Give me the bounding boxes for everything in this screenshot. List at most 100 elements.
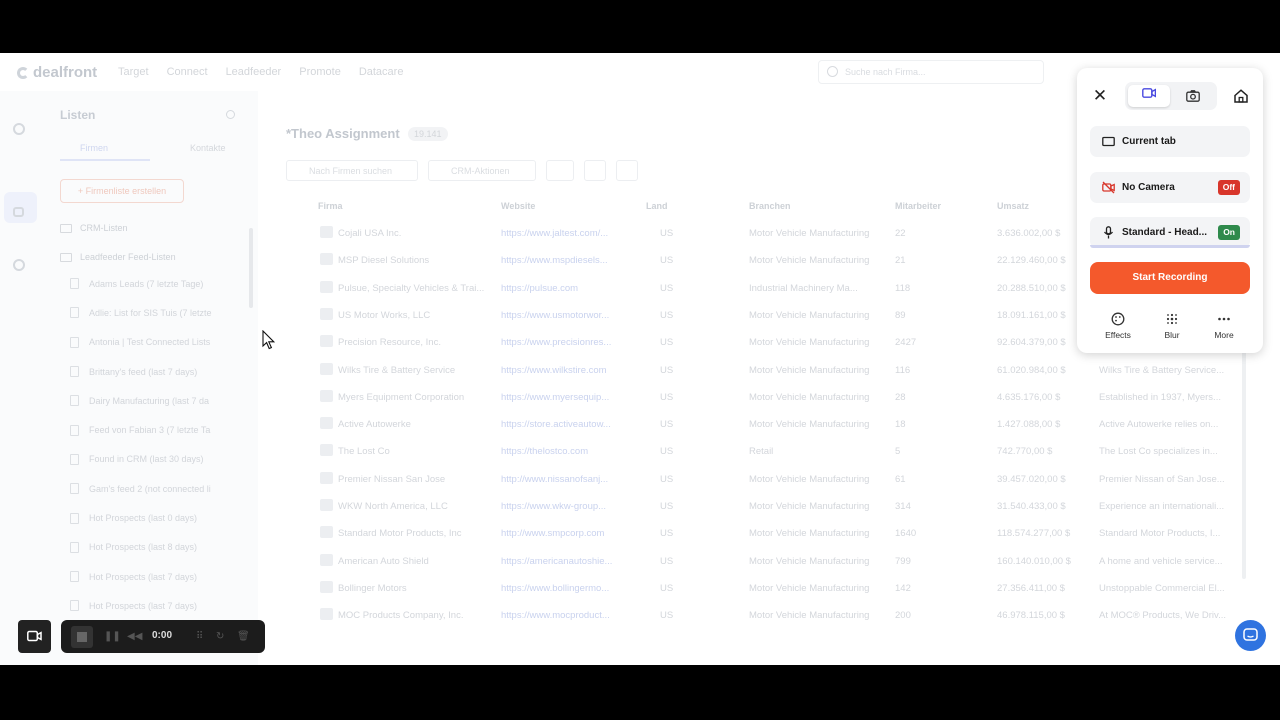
table-row[interactable]: Active Autowerke https://store.activeauto… (298, 410, 1258, 437)
cell-name[interactable]: Active Autowerke (338, 419, 488, 430)
list-item[interactable]: Antonia | Test Connected Lists (60, 328, 240, 357)
table-row[interactable]: The Lost Co https://thelostco.com US Retail… (298, 437, 1258, 464)
filter-icon[interactable] (584, 160, 606, 181)
microphone-selector[interactable]: Standard - Head... On (1090, 217, 1250, 248)
list-item[interactable]: Dairy Manufacturing (last 7 da (60, 386, 240, 415)
cell-name[interactable]: MOC Products Company, Inc. (338, 610, 488, 621)
stop-icon[interactable] (71, 626, 93, 648)
blur-button[interactable]: Blur (1147, 312, 1197, 340)
cell-name[interactable]: The Lost Co (338, 446, 488, 457)
shield-icon[interactable] (13, 259, 25, 271)
dealfront-logo[interactable]: dealfront (17, 64, 97, 81)
lists-search-icon[interactable] (226, 110, 235, 119)
table-row[interactable]: Standard Motor Products, Inc http://www.s… (298, 519, 1258, 546)
table-row[interactable]: WKW North America, LLC https://www.wkw-gr… (298, 492, 1258, 519)
chat-support-button[interactable] (1235, 620, 1266, 651)
col-umsatz[interactable]: Umsatz (997, 201, 1029, 211)
more-icon[interactable] (616, 160, 638, 181)
effects-button[interactable]: Effects (1093, 312, 1143, 340)
cell-web[interactable]: https://store.activeautow... (501, 419, 621, 430)
lists-scrollbar[interactable] (249, 228, 253, 308)
cell-web[interactable]: https://www.usmotorwor... (501, 310, 621, 321)
table-row[interactable]: Myers Equipment Corporation https://www.m… (298, 383, 1258, 410)
camera-off-toggle[interactable]: Off (1217, 180, 1240, 195)
nav-connect[interactable]: Connect (167, 66, 208, 78)
restart-icon[interactable]: ↻ (216, 631, 224, 642)
cell-name[interactable]: Myers Equipment Corporation (338, 392, 488, 403)
col-firma[interactable]: Firma (318, 201, 343, 211)
tab-contacts[interactable]: Kontakte (190, 143, 226, 153)
cell-web[interactable]: https://americanautoshie... (501, 556, 621, 567)
cell-web[interactable]: https://thelostco.com (501, 446, 621, 457)
cell-web[interactable]: https://www.wilkstire.com (501, 365, 621, 376)
drag-handle-icon[interactable]: ⠿ (196, 631, 203, 642)
cell-name[interactable]: Premier Nissan San Jose (338, 474, 488, 485)
list-item[interactable]: Gam's feed 2 (not connected li (60, 474, 240, 503)
cloud-icon[interactable] (546, 160, 574, 181)
list-item[interactable]: Hot Prospects (last 8 days) (60, 533, 240, 562)
table-row[interactable]: MOC Products Company, Inc. https://www.mo… (298, 601, 1258, 628)
list-item[interactable]: Brittany's feed (last 7 days) (60, 357, 240, 386)
nav-target[interactable]: Target (118, 66, 149, 78)
col-branchen[interactable]: Branchen (749, 201, 791, 211)
cell-web[interactable]: https://www.mspdiesels... (501, 255, 621, 266)
col-mitarbeiter[interactable]: Mitarbeiter (895, 201, 941, 211)
cell-name[interactable]: Bollinger Motors (338, 583, 488, 594)
col-land[interactable]: Land (646, 201, 668, 211)
list-item[interactable]: Adlie: List for SIS Tuis (7 letzte (60, 298, 240, 327)
table-row[interactable]: Wilks Tire & Battery Service https://www.… (298, 356, 1258, 383)
cell-name[interactable]: Cojali USA Inc. (338, 228, 488, 239)
rewind-icon[interactable]: ◀◀ (127, 631, 142, 642)
list-item[interactable]: Hot Prospects (last 0 days) (60, 503, 240, 532)
cell-name[interactable]: WKW North America, LLC (338, 501, 488, 512)
cell-web[interactable]: https://pulsue.com (501, 283, 621, 294)
cell-name[interactable]: Precision Resource, Inc. (338, 337, 488, 348)
tab-companies[interactable]: Firmen (80, 143, 108, 153)
microphone-on-toggle[interactable]: On (1218, 225, 1240, 240)
folder-feed-lists[interactable]: Leadfeeder Feed-Listen (60, 252, 176, 262)
photo-camera-icon[interactable] (1186, 90, 1200, 102)
cell-name[interactable]: US Motor Works, LLC (338, 310, 488, 321)
cell-name[interactable]: Pulsue, Specialty Vehicles & Trai... (338, 283, 488, 294)
nav-datacare[interactable]: Datacare (359, 66, 404, 78)
recording-popup: ✕ Current tab No Camera Off Standard - H… (1077, 68, 1263, 353)
list-item[interactable]: Hot Prospects (last 7 days) (60, 562, 240, 591)
col-website[interactable]: Website (501, 201, 535, 211)
home-icon[interactable] (1234, 89, 1248, 103)
trash-icon[interactable]: 🗑 (237, 631, 250, 642)
table-row[interactable]: American Auto Shield https://americanauto… (298, 547, 1258, 574)
table-row[interactable]: Premier Nissan San Jose http://www.nissan… (298, 465, 1258, 492)
list-item[interactable]: Found in CRM (last 30 days) (60, 445, 240, 474)
table-row[interactable]: Bollinger Motors https://www.bollingermo.… (298, 574, 1258, 601)
cell-web[interactable]: https://www.jaltest.com/... (501, 228, 621, 239)
close-icon[interactable]: ✕ (1092, 87, 1108, 104)
cell-web[interactable]: https://www.wkw-group... (501, 501, 621, 512)
cell-name[interactable]: Wilks Tire & Battery Service (338, 365, 488, 376)
cell-name[interactable]: MSP Diesel Solutions (338, 255, 488, 266)
nav-promote[interactable]: Promote (299, 66, 341, 78)
camera-selector[interactable]: No Camera Off (1090, 172, 1250, 203)
cell-name[interactable]: Standard Motor Products, Inc (338, 528, 488, 539)
list-item[interactable]: Adams Leads (7 letzte Tage) (60, 269, 240, 298)
cell-web[interactable]: https://www.mocproduct... (501, 610, 621, 621)
list-item[interactable]: Hot Prospects (last 7 days) (60, 591, 240, 620)
global-search-input[interactable]: Suche nach Firma... (818, 60, 1044, 84)
crm-actions-dropdown[interactable]: CRM-Aktionen (428, 160, 536, 181)
cell-web[interactable]: https://www.bollingermo... (501, 583, 621, 594)
camera-toggle-button[interactable] (18, 620, 51, 653)
cell-web[interactable]: https://www.myersequip... (501, 392, 621, 403)
pause-icon[interactable]: ❚❚ (104, 631, 121, 642)
start-recording-button[interactable]: Start Recording (1090, 262, 1250, 294)
cell-web[interactable]: http://www.nissanofsanj... (501, 474, 621, 485)
cell-name[interactable]: American Auto Shield (338, 556, 488, 567)
more-button[interactable]: More (1199, 312, 1249, 340)
rail-circle-icon[interactable] (13, 123, 25, 135)
folder-crm-lists[interactable]: CRM-Listen (60, 223, 128, 233)
cell-web[interactable]: https://www.precisionres... (501, 337, 621, 348)
company-search-input[interactable]: Nach Firmen suchen (286, 160, 418, 181)
cell-web[interactable]: http://www.smpcorp.com (501, 528, 621, 539)
nav-leadfeeder[interactable]: Leadfeeder (226, 66, 282, 78)
create-company-list-button[interactable]: + Firmenliste erstellen (60, 179, 184, 203)
list-item[interactable]: Feed von Fabian 3 (7 letzte Ta (60, 415, 240, 444)
capture-source-current-tab[interactable]: Current tab (1090, 126, 1250, 157)
